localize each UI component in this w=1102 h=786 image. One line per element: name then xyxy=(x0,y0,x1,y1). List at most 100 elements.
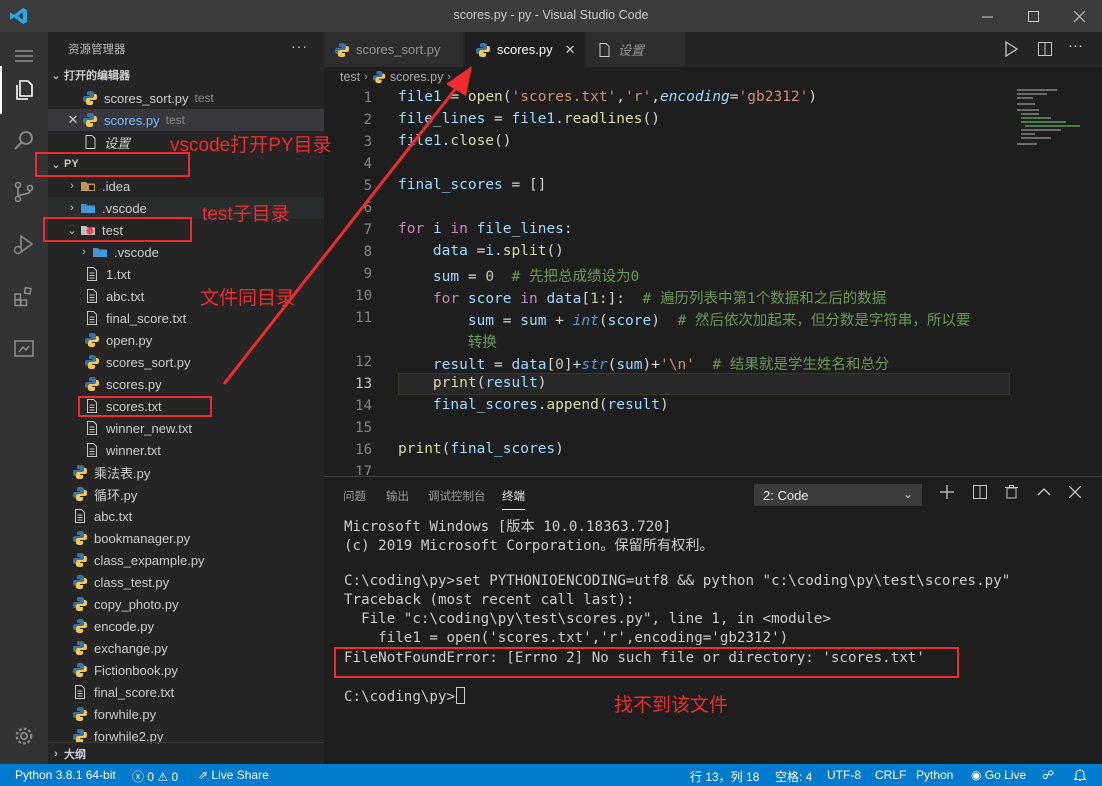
indentation[interactable]: 空格: 4 xyxy=(775,768,812,785)
feedback-button[interactable]: ☍ xyxy=(1042,768,1054,782)
line-number: 14 xyxy=(355,398,372,414)
tree-file[interactable]: class_expample.py xyxy=(48,549,324,571)
tree-item-label: Fictionbook.py xyxy=(94,662,178,678)
close-panel-button[interactable] xyxy=(1068,485,1082,502)
new-terminal-button[interactable] xyxy=(940,485,954,503)
tree-file[interactable]: 乘法表.py xyxy=(48,461,324,483)
run-debug-button[interactable] xyxy=(0,220,48,268)
python-interpreter[interactable]: Python 3.8.1 64-bit xyxy=(15,768,116,782)
tab-problems[interactable]: 问题 xyxy=(343,488,366,504)
terminal-select[interactable]: 2: Code ⌄ xyxy=(754,484,922,506)
file-encoding[interactable]: UTF-8 xyxy=(827,768,861,782)
close-window-button[interactable] xyxy=(1056,0,1102,32)
outline-header[interactable]: › 大纲 xyxy=(48,742,324,764)
tree-file[interactable]: final_score.txt xyxy=(48,307,324,329)
window-title: scores.py - py - Visual Studio Code xyxy=(453,8,649,22)
cursor-position[interactable]: 行 13，列 18 xyxy=(690,768,759,785)
tab-output[interactable]: 输出 xyxy=(386,488,409,504)
terminal-select-value: 2: Code xyxy=(763,487,809,503)
tree-file[interactable]: 循环.py xyxy=(48,483,324,505)
explorer-title: 资源管理器 xyxy=(68,44,126,56)
tree-item-label: .idea xyxy=(102,178,131,194)
tree-item-label: abc.txt xyxy=(94,508,133,524)
line-number: 15 xyxy=(355,420,372,436)
minimize-button[interactable] xyxy=(964,0,1010,32)
remote-explorer-button[interactable] xyxy=(0,324,48,372)
python-file-icon xyxy=(72,552,88,568)
tree-file[interactable]: encode.py xyxy=(48,615,324,637)
kill-terminal-button[interactable] xyxy=(1005,485,1018,503)
tree-file[interactable]: scores.py xyxy=(48,373,324,395)
live-share-label: Live Share xyxy=(211,768,269,782)
breadcrumb-file[interactable]: scores.py xyxy=(390,70,444,84)
tree-file[interactable]: winner.txt xyxy=(48,439,324,461)
notifications-button[interactable] xyxy=(1073,768,1087,784)
terminal-prompt: C:\coding\py> xyxy=(344,689,456,705)
text-file-icon xyxy=(72,508,88,524)
annotation-box-error xyxy=(334,647,959,678)
code-editor[interactable]: 1 2 3 4 5 6 7 8 9 10 11 12 13 14 15 16 17 file1 = open('… xyxy=(324,87,1102,475)
tree-file[interactable]: winner_new.txt xyxy=(48,417,324,439)
open-editor-item[interactable]: scores_sort.py test xyxy=(48,87,324,109)
error-icon: ⓧ xyxy=(132,770,145,784)
maximize-panel-button[interactable] xyxy=(1037,485,1051,503)
run-file-button[interactable] xyxy=(1004,40,1019,60)
line-number: 2 xyxy=(363,112,372,128)
tab-scores-sort[interactable]: scores_sort.py xyxy=(324,32,464,67)
tab-terminal[interactable]: 终端 xyxy=(502,488,525,510)
explorer-button[interactable] xyxy=(0,66,48,114)
tree-file[interactable]: copy_photo.py xyxy=(48,593,324,615)
end-of-line[interactable]: CRLF xyxy=(875,768,906,782)
chevron-up-icon xyxy=(1037,488,1051,496)
tab-close-icon[interactable]: ✕ xyxy=(565,42,576,58)
editor-more-button[interactable]: ··· xyxy=(1068,37,1083,54)
open-editor-item-active[interactable]: ✕ scores.py test xyxy=(48,109,324,131)
tree-file[interactable]: final_score.txt xyxy=(48,681,324,703)
live-share-button[interactable]: ⇗ Live Share xyxy=(198,768,269,782)
tree-file[interactable]: bookmanager.py xyxy=(48,527,324,549)
close-editor-icon[interactable]: ✕ xyxy=(66,112,80,128)
more-actions-button[interactable]: ··· xyxy=(291,38,308,54)
text-file-icon xyxy=(72,684,88,700)
settings-file-icon xyxy=(82,134,98,150)
manage-button[interactable] xyxy=(0,712,48,760)
tree-file[interactable]: open.py xyxy=(48,329,324,351)
tab-scores[interactable]: scores.py ✕ xyxy=(465,32,585,67)
tab-debug-console[interactable]: 调试控制台 xyxy=(428,488,486,504)
code-line: for i in file_lines: xyxy=(398,221,573,237)
tree-file[interactable]: exchange.py xyxy=(48,637,324,659)
tree-file[interactable]: scores_sort.py xyxy=(48,351,324,373)
breadcrumb-folder[interactable]: test xyxy=(340,70,360,84)
split-terminal-icon xyxy=(973,485,987,499)
code-line: result = data[0]+str(sum)+'\n' # 结果就是学生姓… xyxy=(432,357,890,373)
maximize-button[interactable] xyxy=(1010,0,1056,32)
tree-folder[interactable]: › .idea xyxy=(48,175,324,197)
text-file-icon xyxy=(84,266,100,282)
tree-file[interactable]: Fictionbook.py xyxy=(48,659,324,681)
problems-indicator[interactable]: ⓧ 0 ⚠ 0 xyxy=(132,768,178,785)
terminal-prompt-line[interactable]: C:\coding\py> xyxy=(344,687,466,705)
tree-file[interactable]: forwhile.py xyxy=(48,703,324,725)
tree-file[interactable]: abc.txt xyxy=(48,505,324,527)
python-file-icon xyxy=(72,486,88,502)
python-file-icon xyxy=(72,706,88,722)
terminal-line: Traceback (most recent call last): xyxy=(344,592,635,608)
go-live-button[interactable]: ◉ Go Live xyxy=(971,768,1026,782)
file-folder-desc: test xyxy=(194,91,214,105)
split-terminal-button[interactable] xyxy=(973,485,987,503)
open-editors-label: 打开的编辑器 xyxy=(64,70,130,82)
tree-folder[interactable]: › .vscode xyxy=(48,241,324,263)
breadcrumb-more[interactable]: ... xyxy=(455,70,465,84)
tree-item-label: copy_photo.py xyxy=(94,596,179,612)
extensions-button[interactable] xyxy=(0,272,48,320)
tree-file[interactable]: 1.txt xyxy=(48,263,324,285)
folder-icon xyxy=(80,200,96,216)
line-number: 16 xyxy=(355,442,372,458)
tree-file[interactable]: class_test.py xyxy=(48,571,324,593)
terminal-line: File "c:\coding\py\test\scores.py", line… xyxy=(344,611,831,627)
folder-icon xyxy=(80,178,96,194)
tab-settings[interactable]: 设置 xyxy=(586,32,686,67)
open-editors-header[interactable]: ⌄ 打开的编辑器 xyxy=(48,64,324,86)
language-mode[interactable]: Python xyxy=(916,768,953,782)
split-editor-button[interactable] xyxy=(1037,41,1053,60)
